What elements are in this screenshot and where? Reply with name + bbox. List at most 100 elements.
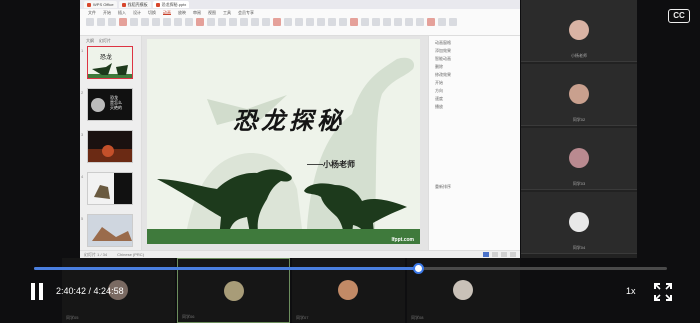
- progress-bar[interactable]: [34, 263, 667, 274]
- slide: 恐龙探秘 ——小杨老师 lfppt.com: [147, 39, 420, 244]
- toolbar-icon[interactable]: [240, 18, 248, 26]
- toolbar-icon[interactable]: [350, 18, 358, 26]
- toolbar-icon[interactable]: [295, 18, 303, 26]
- toolbar-icon[interactable]: [361, 18, 369, 26]
- thumbnail-panel-tab[interactable]: 大纲: [86, 38, 94, 44]
- app-tab[interactable]: 恐龙探秘.pptx: [152, 1, 190, 8]
- avatar: [569, 212, 589, 232]
- reading-view-icon[interactable]: [501, 252, 507, 257]
- current-time: 2:40:42: [56, 286, 87, 296]
- animation-panel-row[interactable]: 智能动画: [429, 56, 520, 62]
- slide-thumbnail[interactable]: 恐龙: [87, 46, 133, 79]
- toolbar-icon[interactable]: [185, 18, 193, 26]
- pause-button[interactable]: [29, 283, 45, 300]
- toolbar-icon[interactable]: [317, 18, 325, 26]
- animation-panel-row[interactable]: [429, 176, 520, 182]
- animation-panel-row[interactable]: [429, 128, 520, 134]
- cc-button[interactable]: CC: [668, 9, 690, 23]
- animation-panel-row[interactable]: 速度: [429, 96, 520, 102]
- toolbar-icon[interactable]: [251, 18, 259, 26]
- participant-name: 同学04: [572, 245, 586, 250]
- animation-panel-row[interactable]: [429, 152, 520, 158]
- participant-tile[interactable]: 同学03: [521, 128, 637, 190]
- participant-tile[interactable]: 小杨老师: [521, 0, 637, 62]
- participant-tile[interactable]: 同学02: [521, 64, 637, 126]
- menu-item[interactable]: 视图: [208, 10, 216, 15]
- menu-item[interactable]: 工具: [223, 10, 231, 15]
- menu-item[interactable]: 插入: [118, 10, 126, 15]
- normal-view-icon[interactable]: [483, 252, 489, 257]
- animation-panel-row[interactable]: [429, 136, 520, 142]
- toolbar-icon[interactable]: [196, 18, 204, 26]
- toolbar-icon[interactable]: [86, 18, 94, 26]
- avatar: [224, 281, 244, 301]
- animation-panel-row[interactable]: 重新排序: [429, 184, 520, 190]
- slide-thumbnail[interactable]: [87, 172, 133, 205]
- playback-speed-button[interactable]: 1x: [626, 286, 636, 296]
- sorter-view-icon[interactable]: [492, 252, 498, 257]
- toolbar-icon[interactable]: [449, 18, 457, 26]
- toolbar-icon[interactable]: [438, 18, 446, 26]
- slide-thumbnail[interactable]: 恐龙 是怎么 灭绝的: [87, 88, 133, 121]
- menu-item[interactable]: 切换: [148, 10, 156, 15]
- fullscreen-icon[interactable]: [654, 283, 672, 301]
- toolbar-icon[interactable]: [416, 18, 424, 26]
- toolbar-icon[interactable]: [394, 18, 402, 26]
- animation-panel-row[interactable]: [429, 160, 520, 166]
- app-tab[interactable]: WPS Office: [84, 1, 117, 8]
- play-slideshow-icon[interactable]: [510, 252, 516, 257]
- animation-panel-row[interactable]: 开始: [429, 80, 520, 86]
- app-tab[interactable]: 找稻壳模板: [118, 1, 151, 8]
- participant-name: 同学05: [66, 315, 79, 320]
- animation-panel-row[interactable]: 删除: [429, 64, 520, 70]
- toolbar-icon[interactable]: [97, 18, 105, 26]
- toolbar-icon[interactable]: [328, 18, 336, 26]
- slide-counter: 幻灯片 1 / 34: [84, 251, 108, 257]
- toolbar-icon[interactable]: [339, 18, 347, 26]
- toolbar-icon[interactable]: [427, 18, 435, 26]
- menu-item[interactable]: 动画: [163, 10, 171, 15]
- animation-panel-row[interactable]: [429, 112, 520, 118]
- toolbar-icon[interactable]: [108, 18, 116, 26]
- thumbnail-caption: 恐龙 是怎么 灭绝的: [110, 95, 122, 110]
- animation-panel-row[interactable]: [429, 120, 520, 126]
- slide-thumbnail[interactable]: [87, 130, 133, 163]
- toolbar-icon[interactable]: [130, 18, 138, 26]
- avatar: [569, 148, 589, 168]
- animation-panel-row[interactable]: 播放: [429, 104, 520, 110]
- slide-thumbnails-panel: 大纲 幻灯片 1 恐龙 2 恐龙 是怎么 灭绝的 3 4 5: [80, 36, 142, 250]
- toolbar-icon[interactable]: [207, 18, 215, 26]
- document-icon: [121, 2, 126, 7]
- animation-panel-row[interactable]: 方向: [429, 88, 520, 94]
- menu-item[interactable]: 审阅: [193, 10, 201, 15]
- toolbar-icon[interactable]: [372, 18, 380, 26]
- menu-item[interactable]: 开始: [103, 10, 111, 15]
- toolbar-icon[interactable]: [229, 18, 237, 26]
- menu-item[interactable]: 放映: [178, 10, 186, 15]
- toolbar-icon[interactable]: [405, 18, 413, 26]
- toolbar-icon[interactable]: [273, 18, 281, 26]
- menu-item[interactable]: 会员专享: [238, 10, 254, 15]
- animation-panel-row[interactable]: [429, 144, 520, 150]
- toolbar-icon[interactable]: [383, 18, 391, 26]
- animation-panel-row[interactable]: 动画窗格: [429, 40, 520, 46]
- animation-panel-row[interactable]: 修改效果: [429, 72, 520, 78]
- participant-tile[interactable]: 同学04: [521, 192, 637, 254]
- toolbar-icon[interactable]: [262, 18, 270, 26]
- toolbar-icon[interactable]: [306, 18, 314, 26]
- toolbar-icon[interactable]: [174, 18, 182, 26]
- toolbar-icon[interactable]: [141, 18, 149, 26]
- animation-panel-row[interactable]: [429, 168, 520, 174]
- total-time: 4:24:58: [93, 286, 124, 296]
- toolbar-icon[interactable]: [163, 18, 171, 26]
- toolbar-icon[interactable]: [119, 18, 127, 26]
- participant-name: 小杨老师: [571, 53, 587, 58]
- animation-panel-row[interactable]: 添加效果: [429, 48, 520, 54]
- toolbar-icon[interactable]: [284, 18, 292, 26]
- toolbar-icon[interactable]: [152, 18, 160, 26]
- menu-item[interactable]: 文件: [88, 10, 96, 15]
- toolbar-icon[interactable]: [218, 18, 226, 26]
- slide-thumbnail[interactable]: [87, 214, 133, 247]
- menu-item[interactable]: 设计: [133, 10, 141, 15]
- thumbnail-panel-tab[interactable]: 幻灯片: [99, 38, 111, 44]
